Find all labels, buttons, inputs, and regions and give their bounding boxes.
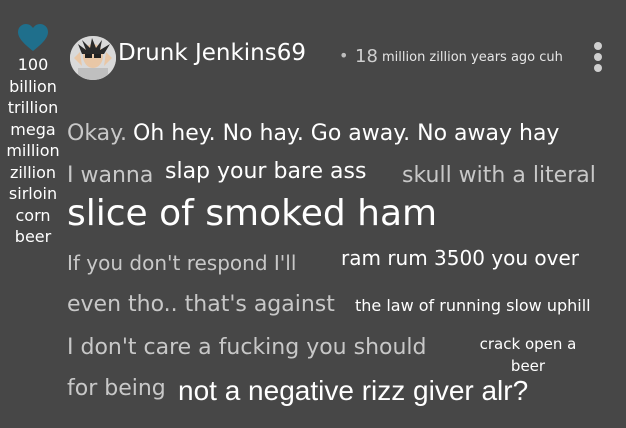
comment-text: for being: [67, 376, 166, 401]
comment-text: Okay.: [67, 121, 128, 146]
comment-text: beer: [510, 357, 546, 375]
comment-text: I don't care a fucking you should: [67, 335, 427, 360]
username[interactable]: Drunk Jenkins69: [118, 40, 306, 66]
comment-text: skull with a literal: [402, 163, 596, 188]
more-options-icon[interactable]: [593, 42, 603, 74]
comment-text: Oh hey. No hay. Go away. No away hay: [133, 121, 560, 146]
comment-text: slice of smoked ham: [67, 193, 438, 234]
comment-text: slap your bare ass: [165, 159, 367, 184]
comment-text: crack open a: [479, 335, 577, 353]
avatar[interactable]: [70, 36, 116, 80]
comment-text: not a negative rizz giver alr?: [178, 375, 529, 406]
heart-icon[interactable]: [18, 24, 48, 52]
comment-text: even tho.. that's against: [67, 292, 335, 317]
vote-count: 100 billion trillion mega million zillio…: [6, 55, 60, 246]
timestamp-number: 18: [355, 46, 378, 67]
timestamp: million zillion years ago cuh: [382, 50, 563, 65]
comment-text: I wanna: [67, 163, 154, 188]
comment-text: the law of running slow uphill: [355, 296, 591, 315]
comment-text: If you don't respond I'll: [67, 251, 297, 275]
comment-text: ram rum 3500 you over: [341, 246, 580, 270]
separator-dot: •: [339, 46, 349, 65]
